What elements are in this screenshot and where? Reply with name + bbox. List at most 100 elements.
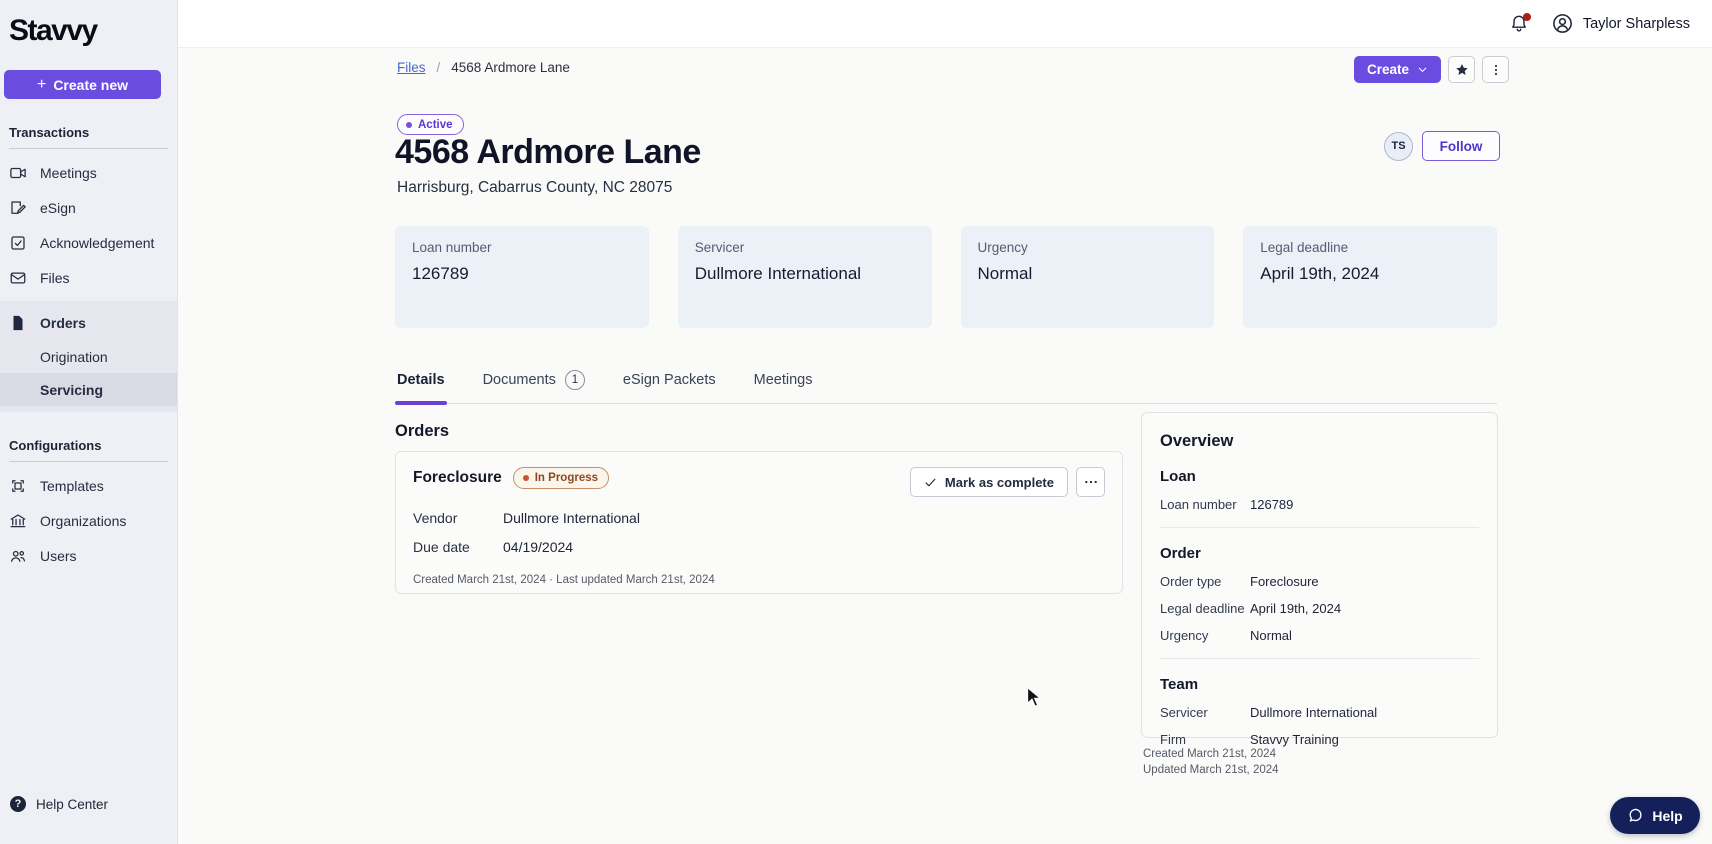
sidebar-item-users[interactable]: Users xyxy=(0,538,177,573)
field-label: Vendor xyxy=(413,510,458,526)
help-center-link[interactable]: ? Help Center xyxy=(0,796,108,812)
sidebar: Stavvy + Create new Transactions Meeting… xyxy=(0,0,178,844)
field-label: Due date xyxy=(413,539,470,555)
overview-row: Order type Foreclosure xyxy=(1160,574,1479,589)
field-label: Legal deadline xyxy=(1160,601,1245,616)
help-button[interactable]: Help xyxy=(1610,797,1700,834)
tab-bar: Details Documents 1 eSign Packets Meetin… xyxy=(395,366,1497,405)
tab-documents[interactable]: Documents 1 xyxy=(481,366,587,403)
user-menu[interactable]: Taylor Sharpless xyxy=(1551,12,1690,35)
field-label: Servicer xyxy=(1160,705,1208,720)
card-label: Legal deadline xyxy=(1260,240,1349,255)
user-circle-icon xyxy=(1552,14,1572,33)
stavvy-logo: Stavvy xyxy=(9,14,98,47)
tab-esign-packets[interactable]: eSign Packets xyxy=(621,366,718,403)
field-value: April 19th, 2024 xyxy=(1250,601,1342,616)
question-mark-icon: ? xyxy=(10,796,26,812)
field-label: Firm xyxy=(1160,732,1186,747)
status-dot-icon xyxy=(406,121,412,128)
notification-dot xyxy=(1522,12,1531,21)
overview-row: Loan number 126789 xyxy=(1160,497,1479,512)
breadcrumb-files-link[interactable]: Files xyxy=(397,60,426,75)
field-value: Foreclosure xyxy=(1250,574,1319,589)
configurations-nav: Templates Organizations Users xyxy=(0,468,177,573)
overview-panel: Overview Loan Loan number 126789 Order O… xyxy=(1141,412,1498,747)
sidebar-item-label: eSign xyxy=(40,199,76,216)
plus-icon: + xyxy=(36,75,47,93)
checkbox-check-icon xyxy=(11,235,25,250)
field-value: 04/19/2024 xyxy=(503,539,574,555)
sidebar-item-files[interactable]: Files xyxy=(0,260,177,295)
chevron-down-icon xyxy=(1418,67,1427,72)
chat-bubble-icon xyxy=(1629,808,1642,822)
main-content: Files / 4568 Ardmore Lane Create Active … xyxy=(178,48,1712,844)
overview-team-title: Team xyxy=(1160,676,1199,693)
tab-meetings[interactable]: Meetings xyxy=(752,366,815,403)
order-meta-text: Created March 21st, 2024 · Last updated … xyxy=(413,574,715,586)
sidebar-item-origination[interactable]: Origination xyxy=(0,340,177,373)
tab-details[interactable]: Details xyxy=(395,366,447,405)
page-actions: Create xyxy=(1354,56,1510,83)
divider xyxy=(1160,527,1479,528)
order-status-badge: In Progress xyxy=(512,467,610,489)
sidebar-item-label: Users xyxy=(40,547,77,564)
mark-as-complete-button[interactable]: Mark as complete xyxy=(909,467,1068,497)
help-center-label: Help Center xyxy=(36,796,109,812)
envelope-icon xyxy=(10,271,26,284)
sidebar-item-label: Templates xyxy=(40,477,104,494)
card-value: Dullmore International xyxy=(694,264,862,283)
card-value: April 19th, 2024 xyxy=(1260,264,1380,283)
card-value: 126789 xyxy=(412,264,469,283)
sidebar-item-servicing[interactable]: Servicing xyxy=(0,373,177,406)
order-more-options-button[interactable] xyxy=(1076,467,1105,497)
template-frame-icon xyxy=(12,479,24,492)
sidebar-item-esign[interactable]: eSign xyxy=(0,190,177,225)
notifications-button[interactable] xyxy=(1509,12,1531,35)
order-status-label: In Progress xyxy=(534,472,599,484)
tab-label: Meetings xyxy=(753,372,813,388)
sidebar-item-label: Origination xyxy=(40,348,108,365)
field-value: Dullmore International xyxy=(1250,705,1378,720)
create-new-label: Create new xyxy=(53,76,129,93)
sidebar-item-label: Meetings xyxy=(40,164,97,181)
more-options-button[interactable] xyxy=(1482,56,1510,83)
follow-button[interactable]: Follow xyxy=(1422,131,1500,161)
user-name: Taylor Sharpless xyxy=(1582,15,1690,32)
create-dropdown-button[interactable]: Create xyxy=(1354,56,1442,83)
summary-cards-row: Loan number 126789 Servicer Dullmore Int… xyxy=(395,226,1497,328)
sidebar-item-acknowledgement[interactable]: Acknowledgement xyxy=(0,225,177,260)
configurations-section-header: Configurations xyxy=(9,438,168,462)
favorite-button[interactable] xyxy=(1448,56,1476,83)
loan-number-card: Loan number 126789 xyxy=(395,226,649,328)
avatar[interactable]: TS xyxy=(1384,131,1413,161)
sidebar-item-label: Files xyxy=(40,269,70,286)
card-label: Servicer xyxy=(694,240,745,255)
app-window: Stavvy + Create new Transactions Meeting… xyxy=(0,0,1712,844)
mark-complete-label: Mark as complete xyxy=(944,474,1054,490)
sidebar-item-templates[interactable]: Templates xyxy=(0,468,177,503)
create-new-button[interactable]: + Create new xyxy=(4,70,161,99)
field-label: Order type xyxy=(1160,574,1222,589)
tab-label: eSign Packets xyxy=(622,372,716,388)
order-actions: Mark as complete xyxy=(909,467,1105,497)
orders-section-heading: Orders xyxy=(395,422,450,440)
sidebar-item-organizations[interactable]: Organizations xyxy=(0,503,177,538)
servicer-card: Servicer Dullmore International xyxy=(677,226,932,328)
bank-icon xyxy=(10,513,26,527)
order-title: Foreclosure xyxy=(413,469,502,486)
documents-count-badge: 1 xyxy=(564,370,585,390)
status-dot-icon xyxy=(522,475,529,481)
legal-deadline-card: Legal deadline April 19th, 2024 xyxy=(1243,226,1497,328)
urgency-card: Urgency Normal xyxy=(960,226,1215,328)
transactions-section-header: Transactions xyxy=(9,125,168,149)
page-title: 4568 Ardmore Lane xyxy=(395,133,701,171)
sidebar-item-meetings[interactable]: Meetings xyxy=(0,155,177,190)
sidebar-item-label: Organizations xyxy=(40,512,127,529)
tab-label: Documents xyxy=(482,372,556,388)
field-value: Normal xyxy=(1250,628,1292,643)
overview-row: Urgency Normal xyxy=(1160,628,1479,643)
topbar: Taylor Sharpless xyxy=(178,0,1712,48)
field-value: Stavvy Training xyxy=(1250,732,1339,747)
video-camera-icon xyxy=(10,167,26,178)
sidebar-item-orders[interactable]: Orders xyxy=(0,305,177,340)
